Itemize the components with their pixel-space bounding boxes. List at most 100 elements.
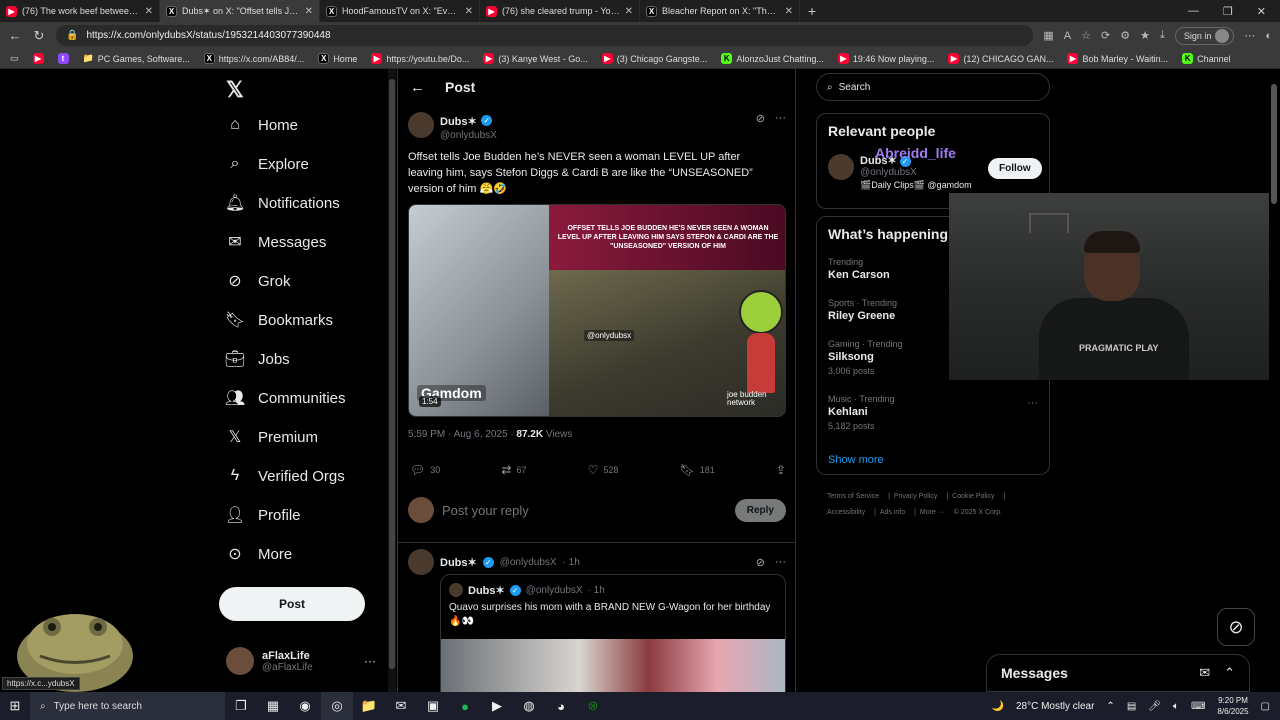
footer-link[interactable]: More ··· (920, 509, 945, 516)
close-window-icon[interactable]: ✕ (1257, 5, 1266, 18)
bookmark-item[interactable]: t (57, 53, 69, 64)
follow-button[interactable]: Follow (988, 158, 1042, 179)
bookmark-item[interactable]: K AlonzoJust Chatting... (721, 53, 824, 64)
reply-button[interactable]: Reply (734, 498, 786, 522)
install-app-icon[interactable]: ▦ (1043, 29, 1053, 42)
chrome-icon[interactable]: ◉ (289, 692, 321, 720)
obs-icon[interactable]: ◍ (513, 692, 545, 720)
author-handle[interactable]: @onlydubsX (500, 557, 557, 568)
bookmark-item[interactable]: K Channel (1182, 53, 1231, 64)
footer-link[interactable]: Accessibility (827, 509, 865, 516)
browser-tab[interactable]: ▶ (76) The work beef between Shaq ✕ (0, 0, 160, 22)
discord-icon[interactable]: ◕ (545, 692, 577, 720)
bookmark-item[interactable]: Xhttps://x.com/AB84/... (203, 53, 304, 64)
new-tab-button[interactable]: + (800, 3, 824, 19)
close-tab-icon[interactable]: ✕ (625, 6, 633, 17)
like-action[interactable]: ♡ 528 (588, 463, 619, 477)
taskbar-search[interactable]: ⌕ Type here to search (30, 692, 225, 720)
reply-input[interactable]: Post your reply (442, 503, 727, 518)
footer-link[interactable]: Privacy Policy (894, 493, 938, 500)
downloads-icon[interactable]: ⤓ (1160, 29, 1165, 42)
post-button[interactable]: Post (219, 587, 365, 621)
file-explorer-icon[interactable]: 📁 (353, 692, 385, 720)
xbox-icon[interactable]: ⊗ (577, 692, 609, 720)
bookmark-item[interactable]: ▶ (32, 53, 44, 64)
page-scrollbar[interactable] (388, 69, 396, 692)
author-handle[interactable]: @onlydubsX (440, 130, 497, 141)
sync-icon[interactable]: ⟳ (1101, 29, 1110, 42)
browser-tab[interactable]: ▶ (76) she cleared trump - YouTube ✕ (480, 0, 640, 22)
nav-item-premium[interactable]: 𝕏 Premium (226, 428, 318, 447)
taskbar-clock[interactable]: 9:20 PM 8/6/2025 (1217, 695, 1248, 717)
compose-message-icon[interactable]: ✉ (1199, 665, 1210, 681)
grok-floating-button[interactable]: ⊘ (1217, 608, 1255, 646)
maximize-icon[interactable]: ❐ (1223, 5, 1233, 18)
footer-link[interactable]: Terms of Service (827, 493, 879, 500)
show-more-link[interactable]: Show more (828, 454, 884, 466)
network-icon[interactable]: ▤ (1127, 701, 1136, 712)
weather-text[interactable]: 28°C Mostly clear (1016, 701, 1094, 712)
browser-tab[interactable]: X Bleacher Report on X: "The NFL c ✕ (640, 0, 800, 22)
volume-icon[interactable]: 🔈︎ (1173, 701, 1179, 712)
extensions-icon[interactable]: ⚙ (1120, 29, 1130, 42)
nav-item-more[interactable]: ⊙ More (226, 545, 292, 564)
post-video[interactable]: OFFSET TELLS JOE BUDDEN HE'S NEVER SEEN … (408, 204, 786, 417)
close-tab-icon[interactable]: ✕ (305, 6, 313, 17)
back-icon[interactable]: ← (8, 28, 22, 43)
scrollbar-thumb[interactable] (1271, 84, 1277, 204)
bookmark-item[interactable]: ▶ (3) Kanye West - Go... (483, 53, 588, 64)
outlook-icon[interactable]: ✉ (385, 692, 417, 720)
media-player-icon[interactable]: ▶ (481, 692, 513, 720)
favorite-star-icon[interactable]: ☆ (1081, 29, 1091, 42)
nav-item-profile[interactable]: 👤︎ Profile (225, 506, 301, 525)
browser-scrollbar[interactable] (1269, 69, 1280, 692)
store-icon[interactable]: ▦ (257, 692, 289, 720)
trend-item[interactable]: Trending Ken Carson (828, 257, 890, 281)
nav-item-jobs[interactable]: 💼︎ Jobs (225, 350, 290, 369)
grok-explain-icon[interactable]: ⊘ (756, 112, 765, 125)
bookmark-item[interactable]: ▶ (12) CHICAGO GAN... (948, 53, 1053, 64)
nav-item-bookmarks[interactable]: 🔖︎ Bookmarks (225, 311, 333, 330)
more-dots-icon[interactable]: ··· (775, 112, 786, 125)
bookmark-item[interactable]: ▶ (3) Chicago Gangste... (601, 53, 707, 64)
bookmark-item[interactable]: 📁 PC Games, Software... (83, 53, 190, 64)
post-time[interactable]: · 1h (563, 557, 580, 568)
bookmark-item[interactable]: X Home (318, 53, 357, 64)
minimize-icon[interactable]: — (1188, 5, 1199, 18)
favorites-icon[interactable]: ★ (1140, 29, 1150, 42)
nav-item-communities[interactable]: 👥︎ Communities (225, 389, 346, 408)
x-logo-icon[interactable]: 𝕏 (226, 77, 244, 103)
close-tab-icon[interactable]: ✕ (785, 6, 793, 17)
author-name[interactable]: Dubs✶ (440, 556, 477, 569)
more-dots-icon[interactable]: ··· (1027, 397, 1038, 409)
author-name[interactable]: Dubs✶ (440, 116, 477, 128)
nav-item-explore[interactable]: ⌕ Explore (226, 155, 309, 173)
refresh-icon[interactable]: ↻ (32, 28, 46, 44)
grok-explain-icon[interactable]: ⊘ (756, 556, 765, 569)
browser-tab-active[interactable]: X Dubs✶ on X: "Offset tells Joe Bud ✕ (160, 0, 320, 22)
footer-link[interactable]: Ads info (880, 509, 905, 516)
apps-icon[interactable]: ▭ (10, 53, 19, 64)
sign-in-button[interactable]: Sign in (1174, 26, 1235, 45)
avatar[interactable] (408, 112, 434, 138)
nav-item-messages[interactable]: ✉ Messages (226, 233, 326, 252)
share-action[interactable]: ⇪ (776, 463, 786, 477)
avatar[interactable] (408, 549, 434, 575)
close-tab-icon[interactable]: ✕ (465, 6, 473, 17)
expand-chevron-icon[interactable]: ⌃ (1224, 665, 1235, 681)
spotify-icon[interactable]: ● (449, 692, 481, 720)
tray-chevron-icon[interactable]: ⌃ (1106, 701, 1114, 712)
settings-more-icon[interactable]: ⋯ (1244, 29, 1255, 42)
notifications-icon[interactable]: ▢ (1261, 701, 1270, 712)
photos-icon[interactable]: ▣ (417, 692, 449, 720)
edge-icon[interactable]: ◎ (321, 692, 353, 720)
reply-post[interactable]: Dubs✶ ✓ @onlydubsX · 1h ⊘ ··· Dubs✶ ✓ @on… (408, 549, 786, 692)
more-dots-icon[interactable]: ··· (775, 556, 786, 569)
task-view-icon[interactable]: ❐ (225, 692, 257, 720)
more-dots-icon[interactable]: ··· (364, 654, 376, 668)
bookmark-item[interactable]: ▶ 19:46 Now playing... (837, 53, 934, 64)
trend-item[interactable]: Gaming · Trending Silksong 3,006 posts (828, 339, 903, 376)
bookmark-action[interactable]: 🔖︎ 181 (680, 463, 715, 477)
repost-action[interactable]: ⇄ 67 (501, 463, 526, 477)
trend-item[interactable]: Music · Trending Kehlani 5,182 posts (828, 394, 895, 431)
